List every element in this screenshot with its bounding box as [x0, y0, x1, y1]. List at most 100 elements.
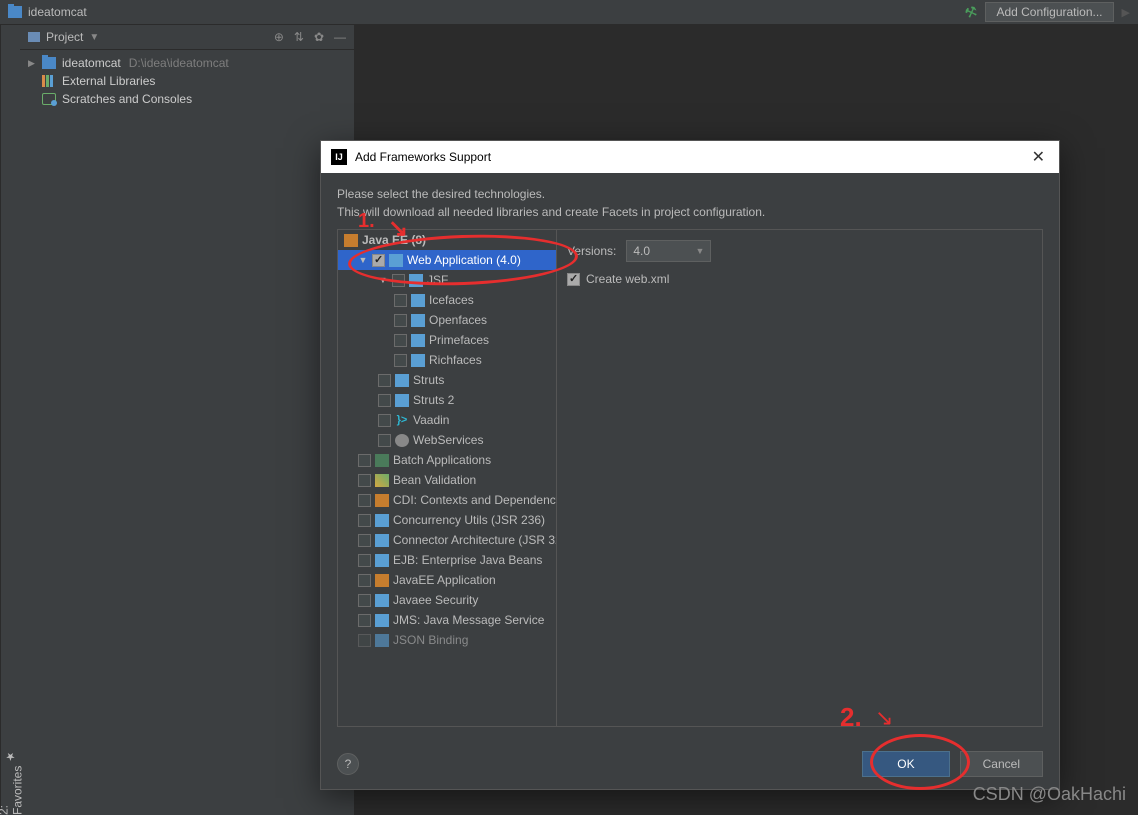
favorites-tool-tab[interactable]: 2: Favorites ★ [0, 750, 20, 815]
checkbox-cdi[interactable] [358, 494, 371, 507]
fw-struts2[interactable]: Struts 2 [338, 390, 556, 410]
dropdown-icon[interactable]: ▼ [89, 32, 99, 43]
fw-concurrency[interactable]: Concurrency Utils (JSR 236) [338, 510, 556, 530]
fw-icefaces[interactable]: Icefaces [338, 290, 556, 310]
struts-icon [395, 374, 409, 387]
cancel-button[interactable]: Cancel [960, 751, 1043, 777]
dialog-titlebar[interactable]: IJ Add Frameworks Support ✕ [321, 141, 1059, 173]
scratches-label: Scratches and Consoles [62, 92, 192, 106]
fw-javaee[interactable]: Java EE (8) [338, 230, 556, 250]
tree-scratches[interactable]: Scratches and Consoles [20, 90, 354, 108]
fw-openfaces[interactable]: Openfaces [338, 310, 556, 330]
version-select[interactable]: 4.0 ▼ [626, 240, 711, 262]
batch-icon [375, 454, 389, 467]
checkbox-primefaces[interactable] [394, 334, 407, 347]
checkbox-openfaces[interactable] [394, 314, 407, 327]
build-icon[interactable]: ⚒ [962, 2, 980, 22]
struts-icon [395, 394, 409, 407]
web-icon [389, 254, 403, 267]
locate-icon[interactable]: ⊕ [274, 30, 284, 44]
tree-root[interactable]: ▶ ideatomcat D:\idea\ideatomcat [20, 54, 354, 72]
framework-icon [375, 554, 389, 567]
framework-icon [411, 314, 425, 327]
fw-javaee-sec[interactable]: Javaee Security [338, 590, 556, 610]
expand-arrow-icon[interactable]: ▶ [28, 58, 38, 69]
project-panel-header: Project ▼ ⊕ ⇅ ✿ — [20, 25, 354, 50]
ok-button[interactable]: OK [862, 751, 949, 777]
checkbox-bean[interactable] [358, 474, 371, 487]
add-configuration-button[interactable]: Add Configuration... [985, 2, 1113, 22]
hide-icon[interactable]: — [334, 30, 346, 44]
bean-icon [375, 474, 389, 487]
expand-icon[interactable]: ⇅ [294, 30, 304, 44]
checkbox-jsf[interactable] [392, 274, 405, 287]
checkbox-struts2[interactable] [378, 394, 391, 407]
webservices-icon [395, 434, 409, 447]
checkbox-webservices[interactable] [378, 434, 391, 447]
intellij-icon: IJ [331, 149, 347, 165]
settings-icon[interactable]: ✿ [314, 30, 324, 44]
framework-icon [375, 594, 389, 607]
fw-bean[interactable]: Bean Validation [338, 470, 556, 490]
checkbox-concurrency[interactable] [358, 514, 371, 527]
checkbox-batch[interactable] [358, 454, 371, 467]
versions-label: Versions: [567, 244, 616, 258]
checkbox-vaadin[interactable] [378, 414, 391, 427]
fw-web-application[interactable]: ▼ Web Application (4.0) [338, 250, 556, 270]
framework-icon [411, 334, 425, 347]
run-icon[interactable]: ▶ [1122, 6, 1130, 19]
framework-icon [411, 294, 425, 307]
checkbox-jms[interactable] [358, 614, 371, 627]
project-icon [28, 32, 40, 42]
fw-primefaces[interactable]: Primefaces [338, 330, 556, 350]
fw-vaadin[interactable]: }> Vaadin [338, 410, 556, 430]
checkbox-json[interactable] [358, 634, 371, 647]
checkbox-webapp[interactable] [372, 254, 385, 267]
watermark: CSDN @OakHachi [973, 784, 1126, 805]
dialog-description: Please select the desired technologies. … [337, 185, 1043, 221]
fw-javaee-app[interactable]: JavaEE Application [338, 570, 556, 590]
checkbox-create-webxml[interactable] [567, 273, 580, 286]
cdi-icon [375, 494, 389, 507]
fw-batch[interactable]: Batch Applications [338, 450, 556, 470]
dialog-title: Add Frameworks Support [355, 150, 491, 164]
checkbox-ejb[interactable] [358, 554, 371, 567]
close-icon[interactable]: ✕ [1028, 147, 1049, 167]
project-panel-title[interactable]: Project [46, 30, 83, 44]
collapse-arrow-icon[interactable]: ▼ [378, 275, 388, 285]
folder-icon [8, 6, 22, 18]
framework-icon [375, 534, 389, 547]
checkbox-connector[interactable] [358, 534, 371, 547]
folder-icon [42, 57, 56, 69]
library-icon [42, 75, 56, 87]
fw-ejb[interactable]: EJB: Enterprise Java Beans [338, 550, 556, 570]
tree-ext-libs[interactable]: External Libraries [20, 72, 354, 90]
main-toolbar: ideatomcat ⚒ Add Configuration... ▶ [0, 0, 1138, 25]
fw-webservices[interactable]: WebServices [338, 430, 556, 450]
breadcrumb-project[interactable]: ideatomcat [28, 5, 87, 19]
fw-cdi[interactable]: CDI: Contexts and Dependency Injection [338, 490, 556, 510]
framework-icon [375, 634, 389, 647]
collapse-arrow-icon[interactable]: ▼ [358, 255, 368, 265]
fw-struts[interactable]: Struts [338, 370, 556, 390]
left-tool-tab[interactable]: 1: Project [0, 25, 20, 815]
framework-options: Versions: 4.0 ▼ Create web.xml [557, 229, 1043, 727]
framework-icon [375, 574, 389, 587]
fw-connector[interactable]: Connector Architecture (JSR 322) [338, 530, 556, 550]
checkbox-richfaces[interactable] [394, 354, 407, 367]
add-frameworks-dialog: IJ Add Frameworks Support ✕ Please selec… [320, 140, 1060, 790]
frameworks-list[interactable]: Java EE (8) ▼ Web Application (4.0) ▼ JS… [337, 229, 557, 727]
fw-jsf[interactable]: ▼ JSF [338, 270, 556, 290]
fw-json[interactable]: JSON Binding [338, 630, 556, 650]
fw-richfaces[interactable]: Richfaces [338, 350, 556, 370]
fw-jms[interactable]: JMS: Java Message Service [338, 610, 556, 630]
dialog-footer: ? OK Cancel [321, 739, 1059, 789]
checkbox-javaee-sec[interactable] [358, 594, 371, 607]
checkbox-javaee-app[interactable] [358, 574, 371, 587]
checkbox-struts[interactable] [378, 374, 391, 387]
checkbox-icefaces[interactable] [394, 294, 407, 307]
dropdown-icon: ▼ [695, 246, 704, 256]
project-tree: ▶ ideatomcat D:\idea\ideatomcat External… [20, 50, 354, 112]
ext-libs-label: External Libraries [62, 74, 155, 88]
help-button[interactable]: ? [337, 753, 359, 775]
